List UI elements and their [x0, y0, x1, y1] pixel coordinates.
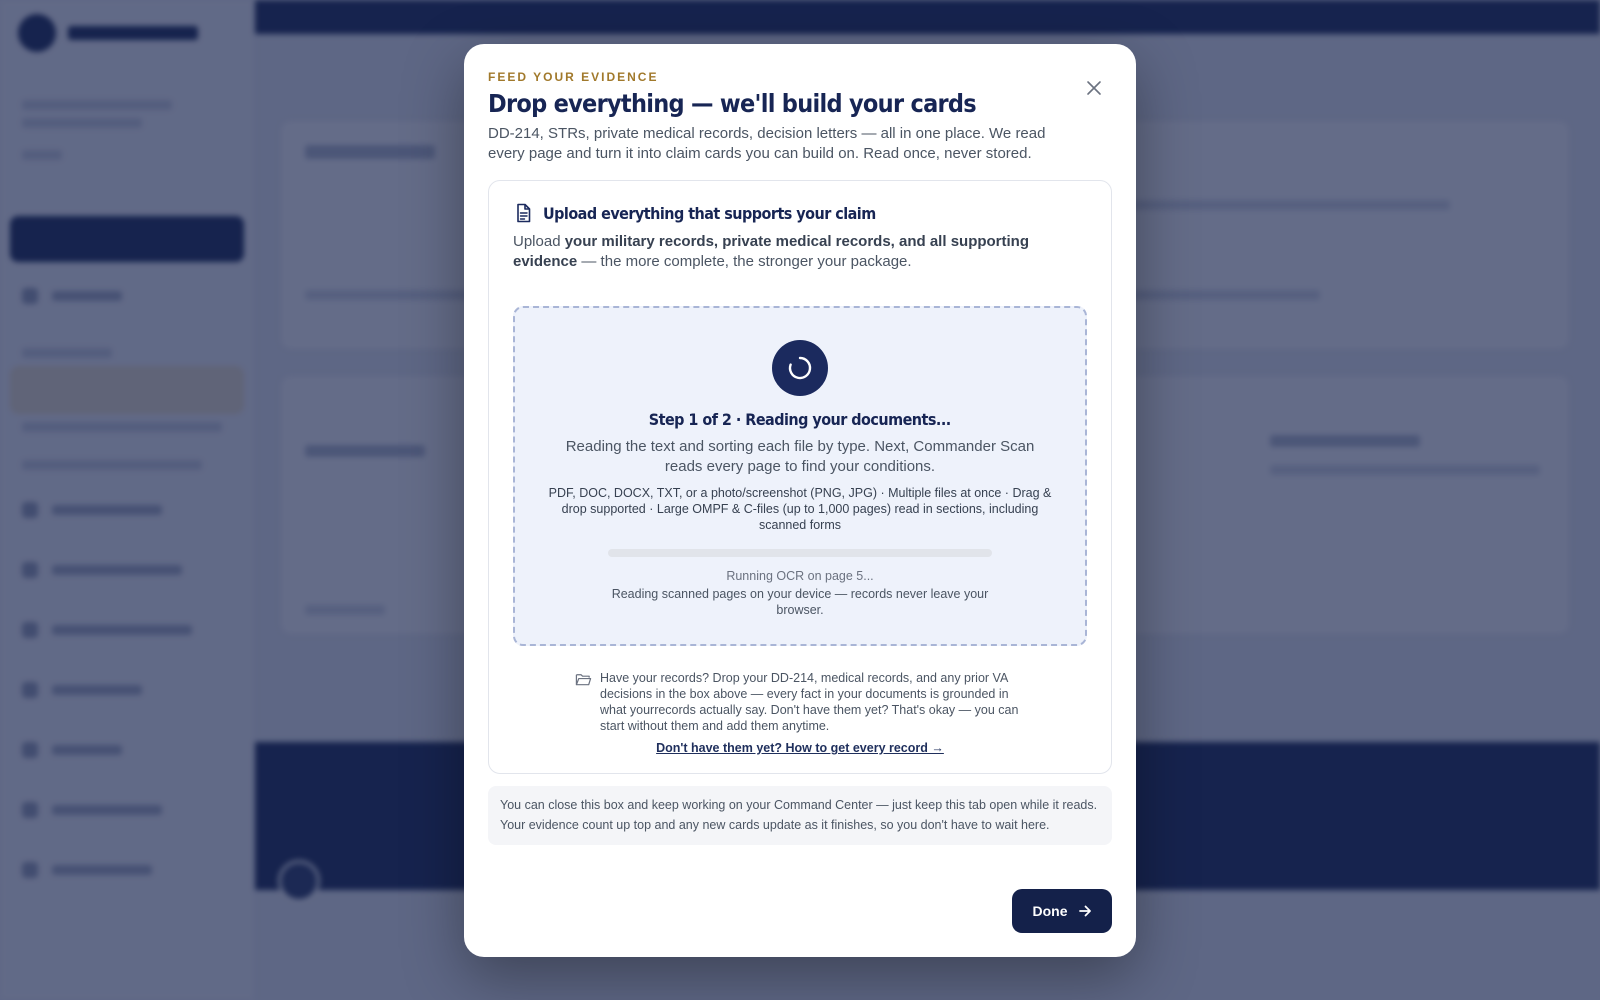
- loading-spinner: [772, 340, 828, 396]
- modal-title: Drop everything — we'll build your cards: [488, 89, 977, 118]
- records-hint: Have your records? Drop your DD-214, med…: [513, 670, 1087, 734]
- get-records-link[interactable]: Don't have them yet? How to get every re…: [513, 741, 1087, 755]
- upload-evidence-modal: FEED YOUR EVIDENCE Drop everything — we'…: [464, 44, 1136, 957]
- document-icon: [517, 203, 531, 223]
- modal-intro: DD-214, STRs, private medical records, d…: [488, 125, 1046, 162]
- background-processing-note: You can close this box and keep working …: [488, 786, 1112, 845]
- folder-icon: [575, 674, 592, 686]
- records-hint-text: Have your records? Drop your DD-214, med…: [600, 671, 1019, 733]
- arrow-right-icon: [1078, 905, 1091, 917]
- panel-desc-prefix: Upload: [513, 233, 565, 250]
- upload-panel: Upload everything that supports your cla…: [488, 180, 1112, 774]
- panel-description: Upload your military records, private me…: [513, 232, 1087, 272]
- step-title: Step 1 of 2 · Reading your documents...: [649, 410, 951, 429]
- panel-desc-suffix: — the more complete, the stronger your p…: [577, 253, 912, 270]
- supported-formats: PDF, DOC, DOCX, TXT, or a photo/screensh…: [548, 486, 1052, 532]
- modal-eyebrow: FEED YOUR EVIDENCE: [488, 70, 659, 84]
- file-dropzone[interactable]: Step 1 of 2 · Reading your documents... …: [513, 306, 1087, 646]
- step-description: Reading the text and sorting each file b…: [565, 438, 1035, 475]
- close-button[interactable]: [1082, 76, 1106, 100]
- panel-header: Upload everything that supports your cla…: [513, 203, 1087, 223]
- spinner-icon: [788, 356, 812, 380]
- ocr-status: Running OCR on page 5...: [726, 569, 874, 583]
- panel-title: Upload everything that supports your cla…: [543, 203, 876, 223]
- progress-bar: [608, 549, 992, 557]
- done-button-label: Done: [1032, 903, 1068, 919]
- done-button[interactable]: Done: [1012, 889, 1112, 933]
- ocr-privacy-note: Reading scanned pages on your device — r…: [611, 587, 989, 617]
- close-icon: [1087, 81, 1101, 95]
